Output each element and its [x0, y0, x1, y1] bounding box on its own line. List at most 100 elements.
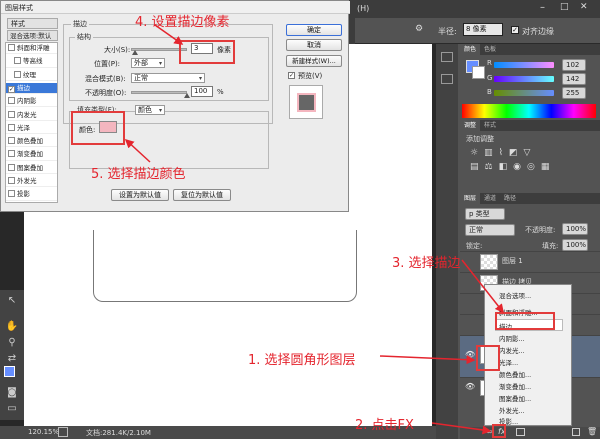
visibility-eye-icon[interactable]: 👁 — [465, 382, 475, 391]
menu-item[interactable]: 图案叠加... — [499, 393, 531, 403]
size-slider-thumb[interactable] — [132, 50, 138, 55]
vibrance-icon[interactable]: ▽ — [524, 148, 537, 158]
style-item[interactable]: 光泽 — [6, 123, 57, 135]
layer-kind-filter[interactable]: p 类型 — [465, 208, 505, 220]
status-expand-icon[interactable] — [58, 427, 68, 437]
minimize-icon[interactable]: – — [540, 2, 545, 13]
reset-default-button[interactable]: 复位为默认值 — [173, 189, 231, 201]
style-item[interactable]: 颜色叠加 — [6, 136, 57, 148]
style-checkbox[interactable] — [8, 110, 15, 118]
style-item[interactable]: 渐变叠加 — [6, 149, 57, 161]
new-layer-icon[interactable] — [572, 428, 580, 436]
menu-item[interactable]: 渐变叠加... — [499, 381, 531, 391]
visibility-eye-icon[interactable]: 👁 — [465, 350, 475, 359]
photo-filter-icon[interactable]: ◉ — [513, 162, 527, 172]
style-checkbox[interactable]: ✓ — [8, 85, 15, 93]
balance-icon[interactable]: ⚖ — [485, 162, 499, 172]
set-default-button[interactable]: 设置为默认值 — [111, 189, 169, 201]
screen-mode-icon[interactable]: ▭ — [4, 402, 20, 416]
layer-blend-mode[interactable]: 正常 — [465, 224, 515, 236]
style-item[interactable]: ✓ 描边 — [6, 82, 57, 95]
maximize-icon[interactable]: □ — [560, 2, 569, 12]
foreground-color-swatch[interactable] — [4, 366, 15, 377]
align-edges-checkbox[interactable]: ✓ — [511, 26, 519, 34]
tab-color[interactable]: 颜色 — [460, 44, 481, 55]
swap-colors-icon[interactable]: ⇄ — [4, 352, 20, 366]
opacity-slider[interactable] — [131, 91, 187, 94]
style-checkbox[interactable] — [8, 177, 15, 184]
menu-item[interactable]: 颜色叠加... — [499, 369, 531, 379]
tab-layers[interactable]: 图层 — [460, 193, 481, 204]
opacity-input[interactable]: 100 — [191, 86, 213, 97]
style-checkbox[interactable] — [8, 44, 15, 51]
style-checkbox[interactable] — [8, 97, 15, 105]
exposure-icon[interactable]: ◩ — [509, 148, 524, 158]
menu-item[interactable]: 混合选项... — [499, 290, 531, 300]
mixer-icon[interactable]: ◎ — [527, 162, 541, 172]
cancel-button[interactable]: 取消 — [286, 39, 342, 51]
g-slider[interactable] — [494, 76, 554, 82]
style-checkbox[interactable] — [8, 190, 15, 198]
tab-swatches[interactable]: 色板 — [480, 46, 500, 53]
zoom-level[interactable]: 120.15% — [28, 428, 59, 436]
tab-channels[interactable]: 通道 — [480, 195, 500, 202]
ok-button[interactable]: 确定 — [286, 24, 342, 36]
actions-icon[interactable] — [441, 74, 453, 84]
menu-item[interactable]: 光泽... — [499, 357, 518, 367]
move-tool-icon[interactable]: ↖ — [4, 294, 20, 308]
b-value[interactable]: 255 — [562, 87, 586, 99]
r-slider[interactable] — [494, 62, 554, 68]
style-checkbox[interactable] — [8, 163, 15, 171]
layer-row[interactable]: 图层 1 — [460, 251, 600, 272]
curves-icon[interactable]: ⌇ — [499, 148, 509, 158]
style-item[interactable]: 外发光 — [6, 176, 57, 188]
hue-icon[interactable]: ▤ — [470, 162, 485, 172]
tab-styles[interactable]: 样式 — [480, 122, 500, 129]
rounded-rect-shape[interactable] — [93, 230, 357, 302]
hand-tool-icon[interactable]: ✋ — [4, 320, 20, 334]
style-checkbox[interactable] — [8, 123, 15, 131]
b-slider[interactable] — [494, 90, 554, 96]
style-item[interactable]: 图案叠加 — [6, 163, 57, 174]
lookup-icon[interactable]: ▦ — [541, 162, 556, 172]
settings-gear-icon[interactable]: ⚙ — [415, 24, 423, 34]
color-spectrum[interactable] — [462, 104, 596, 118]
style-item[interactable]: 投影 — [6, 189, 57, 201]
menu-item[interactable]: 内阴影... — [499, 333, 525, 343]
style-checkbox[interactable] — [14, 57, 21, 65]
fill-type-select[interactable]: 颜色 — [135, 105, 165, 115]
new-style-button[interactable]: 新建样式(W)... — [286, 55, 342, 67]
layer-fill[interactable]: 100% — [562, 239, 588, 251]
preview-checkbox[interactable]: ✓ — [288, 72, 295, 79]
style-checkbox[interactable] — [8, 150, 15, 158]
bw-icon[interactable]: ◧ — [499, 162, 514, 172]
position-select[interactable]: 外部 — [131, 58, 165, 68]
levels-icon[interactable]: ▥ — [484, 148, 499, 158]
quick-mask-icon[interactable]: ◙ — [4, 386, 20, 400]
style-item[interactable]: 斜面和浮雕 — [6, 43, 57, 55]
tab-paths[interactable]: 路径 — [500, 195, 520, 202]
style-item[interactable]: 纹理 — [6, 70, 57, 81]
trash-icon[interactable]: 🗑 — [587, 427, 597, 436]
menu-help[interactable]: (H) — [357, 4, 369, 13]
menu-item[interactable]: 外发光... — [499, 405, 525, 415]
bg-color-chip[interactable] — [472, 66, 485, 79]
style-item[interactable]: 内发光 — [6, 110, 57, 121]
g-value[interactable]: 142 — [562, 73, 586, 85]
style-checkbox[interactable] — [14, 70, 21, 78]
mask-icon[interactable] — [516, 428, 525, 436]
opacity-slider-thumb[interactable] — [184, 93, 190, 98]
style-item[interactable]: 等高线 — [6, 56, 57, 68]
tab-adjust[interactable]: 调整 — [460, 120, 481, 131]
blend-mode-select[interactable]: 正常 — [131, 73, 205, 83]
blending-options[interactable]: 混合选项:默认 — [7, 30, 58, 41]
menu-item[interactable]: 内发光... — [499, 345, 525, 355]
style-checkbox[interactable] — [8, 137, 15, 145]
brightness-icon[interactable]: ☼ — [470, 148, 484, 158]
close-icon[interactable]: ✕ — [580, 2, 588, 12]
style-item[interactable]: 内阴影 — [6, 96, 57, 108]
layer-opacity[interactable]: 100% — [562, 223, 588, 235]
r-value[interactable]: 102 — [562, 59, 586, 71]
history-icon[interactable] — [441, 52, 453, 62]
zoom-tool-icon[interactable]: ⚲ — [4, 336, 20, 350]
